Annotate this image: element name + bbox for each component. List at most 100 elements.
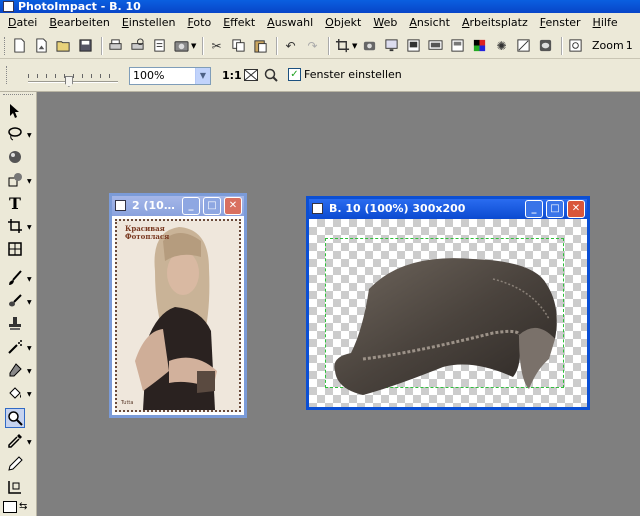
undo-icon[interactable]: ↶ [281, 36, 300, 55]
toolbox-grip[interactable] [3, 94, 33, 97]
eraser-icon[interactable] [5, 360, 25, 380]
text-tool-icon[interactable]: T [5, 193, 25, 213]
retouch-brush-icon[interactable] [5, 291, 25, 311]
chevron-down-icon[interactable]: ▼ [352, 42, 358, 50]
panel-icon[interactable] [448, 36, 467, 55]
zoom-window-icon[interactable] [264, 68, 278, 85]
toolbar-grip[interactable] [6, 66, 9, 84]
magic-wand-icon[interactable] [5, 147, 25, 167]
gradient-icon[interactable] [514, 36, 533, 55]
hat-canvas[interactable] [309, 219, 587, 407]
toolbar-grip[interactable] [4, 36, 7, 55]
camera-icon[interactable] [172, 36, 191, 55]
chevron-down-icon[interactable]: ▼ [27, 368, 32, 375]
save-icon[interactable] [76, 36, 95, 55]
chevron-down-icon[interactable]: ▼ [27, 276, 32, 283]
new-image-icon[interactable] [32, 36, 51, 55]
open-folder-icon[interactable] [54, 36, 73, 55]
menu-datei[interactable]: Datei [2, 13, 43, 33]
chevron-down-icon[interactable]: ▼ [27, 391, 32, 398]
effect-icon[interactable] [536, 36, 555, 55]
menu-auswahl[interactable]: Auswahl [261, 13, 319, 33]
fit-window-checkbox[interactable]: ✓ [288, 68, 301, 81]
chevron-down-icon[interactable]: ▼ [27, 178, 32, 185]
portrait-canvas[interactable]: Красивая Фотоплася Tutta [112, 216, 244, 415]
pen-tool-icon[interactable] [5, 454, 25, 474]
minimize-icon[interactable]: _ [182, 197, 200, 215]
actual-size-button[interactable]: 1:1 [222, 69, 242, 82]
zoom-slider[interactable] [28, 74, 118, 87]
menu-hilfe[interactable]: Hilfe [587, 13, 624, 33]
clone-stamp-icon[interactable] [5, 314, 25, 334]
document-window-hat[interactable]: B. 10 (100%) 300x200 _ □ ✕ [306, 196, 590, 410]
menu-objekt[interactable]: Objekt [319, 13, 367, 33]
maximize-icon[interactable]: □ [203, 197, 221, 215]
pick-tool-icon[interactable] [5, 101, 25, 121]
chevron-down-icon[interactable]: ▼ [27, 132, 32, 139]
chevron-down-icon[interactable]: ▼ [195, 68, 210, 84]
print-icon[interactable] [106, 36, 125, 55]
scan-icon[interactable] [150, 36, 169, 55]
display-icon[interactable] [426, 36, 445, 55]
portrait-image [117, 221, 239, 410]
redo-icon[interactable]: ↷ [303, 36, 322, 55]
eyedropper-icon[interactable] [5, 431, 25, 451]
swap-colors-icon[interactable]: ⇆ [19, 501, 27, 512]
slider-ticks [28, 74, 118, 78]
capture-icon[interactable] [360, 36, 379, 55]
zoom-value[interactable]: 1 [626, 39, 633, 52]
close-icon[interactable]: ✕ [224, 197, 242, 215]
zoom-tool-icon[interactable] [5, 408, 25, 428]
document-titlebar[interactable]: 2 (10… _ □ ✕ [112, 196, 244, 216]
crop-tool-icon[interactable] [5, 216, 25, 236]
color-swatch[interactable]: ⇆ [3, 501, 27, 515]
chevron-down-icon[interactable]: ▼ [27, 439, 32, 446]
app-icon [3, 1, 14, 12]
menu-fenster[interactable]: Fenster [534, 13, 587, 33]
lasso-tool-icon[interactable] [5, 124, 25, 144]
photo-caption: Красивая Фотоплася [125, 225, 169, 241]
paste-icon[interactable] [251, 36, 270, 55]
fit-screen-icon[interactable] [244, 69, 258, 84]
color-palette-icon[interactable] [470, 36, 489, 55]
resize-canvas-icon[interactable] [5, 239, 25, 259]
chevron-down-icon[interactable]: ▼ [27, 224, 32, 231]
zoom-select[interactable]: 100% ▼ [129, 67, 211, 85]
cut-icon[interactable]: ✂ [207, 36, 226, 55]
brightness-icon[interactable]: ✺ [492, 36, 511, 55]
portrait-photo: Красивая Фотоплася Tutta [115, 219, 241, 412]
paintbrush-icon[interactable] [5, 268, 25, 288]
cowboy-hat-image [334, 258, 557, 395]
menu-web[interactable]: Web [367, 13, 403, 33]
fill-bucket-icon[interactable] [5, 383, 25, 403]
crop-icon[interactable] [333, 36, 352, 55]
document-window-portrait[interactable]: 2 (10… _ □ ✕ Красивая Фотоплася Tutta [109, 193, 247, 418]
menu-bearbeiten[interactable]: Bearbeiten [43, 13, 115, 33]
zoom-select-value: 100% [133, 69, 165, 82]
slider-thumb[interactable] [64, 76, 73, 87]
chevron-down-icon[interactable]: ▼ [191, 42, 197, 50]
minimize-icon[interactable]: _ [525, 200, 543, 218]
menu-foto[interactable]: Foto [181, 13, 217, 33]
close-icon[interactable]: ✕ [567, 200, 585, 218]
menu-ansicht[interactable]: Ansicht [403, 13, 456, 33]
document-titlebar[interactable]: B. 10 (100%) 300x200 _ □ ✕ [309, 199, 587, 219]
maximize-icon[interactable]: □ [546, 200, 564, 218]
copy-icon[interactable] [229, 36, 248, 55]
monitor-icon[interactable] [382, 36, 401, 55]
settings-icon[interactable] [566, 36, 585, 55]
chevron-down-icon[interactable]: ▼ [27, 299, 32, 306]
airbrush-icon[interactable] [5, 337, 25, 357]
menu-effekt[interactable]: Effekt [217, 13, 261, 33]
new-file-icon[interactable] [10, 36, 29, 55]
menu-arbeitsplatz[interactable]: Arbeitsplatz [456, 13, 534, 33]
photo-signature: Tutta [121, 400, 134, 406]
zoom-label: Zoom [592, 39, 624, 52]
menu-einstellen[interactable]: Einstellen [116, 13, 182, 33]
print-preview-icon[interactable] [128, 36, 147, 55]
path-tool-icon[interactable] [5, 477, 25, 497]
image-frame-icon[interactable] [404, 36, 423, 55]
chevron-down-icon[interactable]: ▼ [27, 345, 32, 352]
foreground-color[interactable] [3, 501, 17, 513]
transform-tool-icon[interactable] [5, 170, 25, 190]
